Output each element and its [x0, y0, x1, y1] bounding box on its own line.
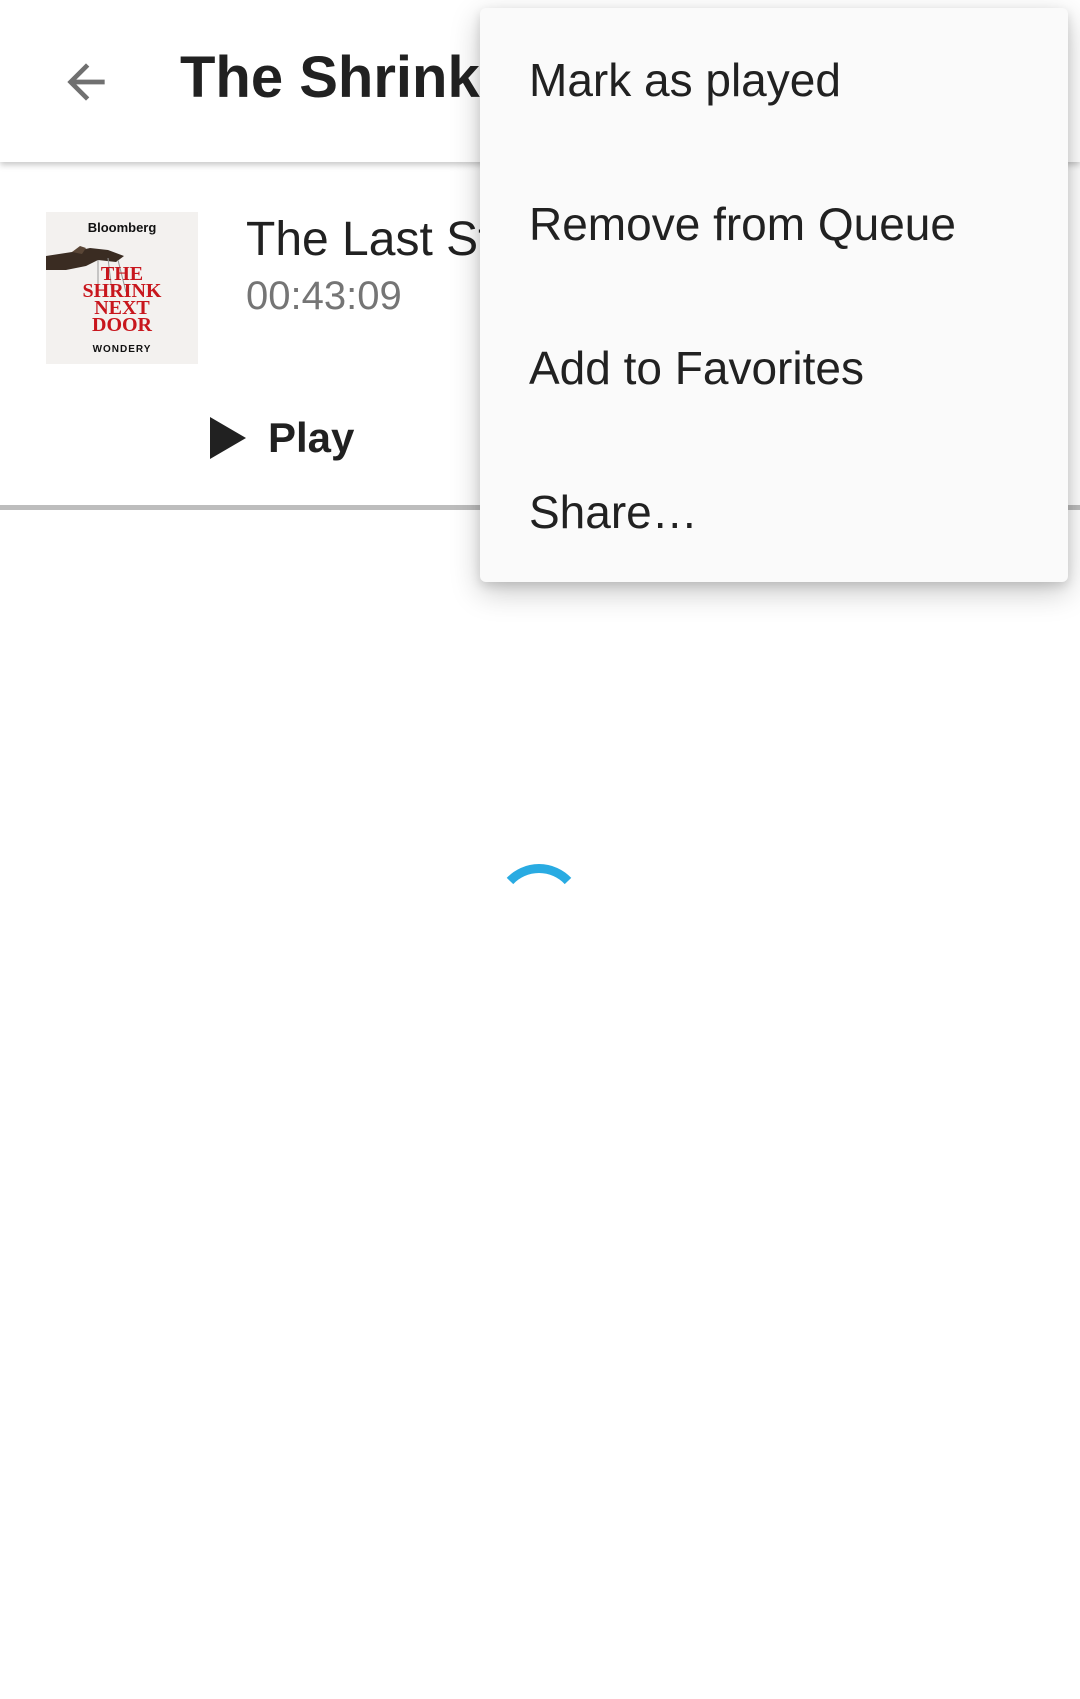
- overflow-menu: Mark as played Remove from Queue Add to …: [480, 8, 1068, 582]
- menu-item-add-to-favorites[interactable]: Add to Favorites: [480, 296, 1068, 440]
- menu-item-share[interactable]: Share…: [480, 440, 1068, 584]
- arrow-back-icon: [67, 63, 105, 101]
- play-icon: [210, 417, 246, 459]
- page-title: The Shrink: [180, 45, 480, 110]
- cover-show-title: THE SHRINK NEXT DOOR: [82, 263, 162, 336]
- cover-publisher: WONDERY: [92, 344, 152, 355]
- menu-item-mark-as-played[interactable]: Mark as played: [480, 8, 1068, 152]
- episode-title: The Last St: [246, 213, 492, 266]
- play-label: Play: [268, 414, 355, 461]
- menu-item-remove-from-queue[interactable]: Remove from Queue: [480, 152, 1068, 296]
- podcast-cover-art: Bloomberg THE SHRINK NEXT DOOR WONDERY: [46, 212, 198, 364]
- back-button[interactable]: [50, 46, 122, 118]
- loading-spinner-icon: [506, 864, 572, 885]
- cover-brand: Bloomberg: [87, 220, 157, 235]
- episode-duration: 00:43:09: [246, 274, 402, 318]
- play-button[interactable]: Play: [210, 408, 354, 468]
